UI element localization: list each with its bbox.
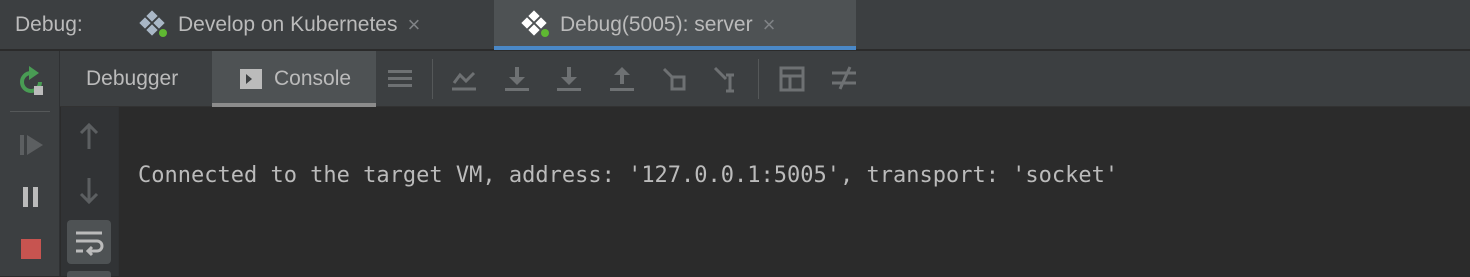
show-execution-point-icon[interactable] bbox=[448, 63, 480, 95]
tab-debugger[interactable]: Debugger bbox=[86, 51, 178, 107]
debug-actions-bar bbox=[0, 51, 60, 276]
step-out-icon[interactable] bbox=[606, 63, 638, 95]
console-output: Connected to the target VM, address: '12… bbox=[138, 113, 1118, 213]
tool-window-title: Debug: bbox=[15, 13, 83, 36]
stop-icon[interactable] bbox=[14, 232, 48, 266]
kubernetes-icon bbox=[136, 10, 172, 40]
scroll-to-end-button[interactable] bbox=[67, 271, 111, 277]
tab-develop-on-kubernetes[interactable]: Develop on Kubernetes × bbox=[132, 0, 477, 50]
tab-label: Debugger bbox=[86, 67, 179, 90]
debug-tool-window-header: Debug: Develop on Kubernetes × Debug(500… bbox=[0, 0, 1470, 50]
divider bbox=[432, 59, 433, 99]
tab-label: Debug(5005): server bbox=[560, 13, 753, 36]
mute-breakpoints-icon[interactable] bbox=[828, 63, 860, 95]
tab-label: Develop on Kubernetes bbox=[178, 13, 398, 36]
drop-frame-icon[interactable] bbox=[658, 63, 690, 95]
run-to-cursor-icon[interactable] bbox=[710, 63, 742, 95]
close-icon[interactable]: × bbox=[408, 12, 421, 38]
evaluate-expression-icon[interactable] bbox=[776, 63, 808, 95]
step-over-icon[interactable] bbox=[501, 63, 533, 95]
close-icon[interactable]: × bbox=[763, 12, 776, 38]
tab-debug-server[interactable]: Debug(5005): server × bbox=[494, 0, 856, 50]
step-into-icon[interactable] bbox=[553, 63, 585, 95]
soft-wrap-icon[interactable] bbox=[67, 220, 111, 264]
console-icon bbox=[240, 69, 262, 89]
debugger-toolbar: Debugger Console bbox=[60, 51, 1470, 107]
menu-icon[interactable] bbox=[384, 63, 416, 95]
down-arrow-icon[interactable] bbox=[67, 168, 111, 212]
kubernetes-icon bbox=[518, 10, 554, 40]
divider bbox=[758, 59, 759, 99]
rerun-icon[interactable] bbox=[14, 65, 48, 99]
console-gutter bbox=[61, 107, 119, 277]
tab-label: Console bbox=[274, 67, 352, 90]
pause-icon[interactable] bbox=[14, 180, 48, 214]
up-arrow-icon[interactable] bbox=[67, 115, 111, 159]
resume-icon[interactable] bbox=[14, 128, 48, 162]
tab-console[interactable]: Console bbox=[212, 51, 376, 107]
console-line: Connected to the target VM, address: '12… bbox=[138, 163, 1119, 188]
divider bbox=[10, 111, 50, 112]
